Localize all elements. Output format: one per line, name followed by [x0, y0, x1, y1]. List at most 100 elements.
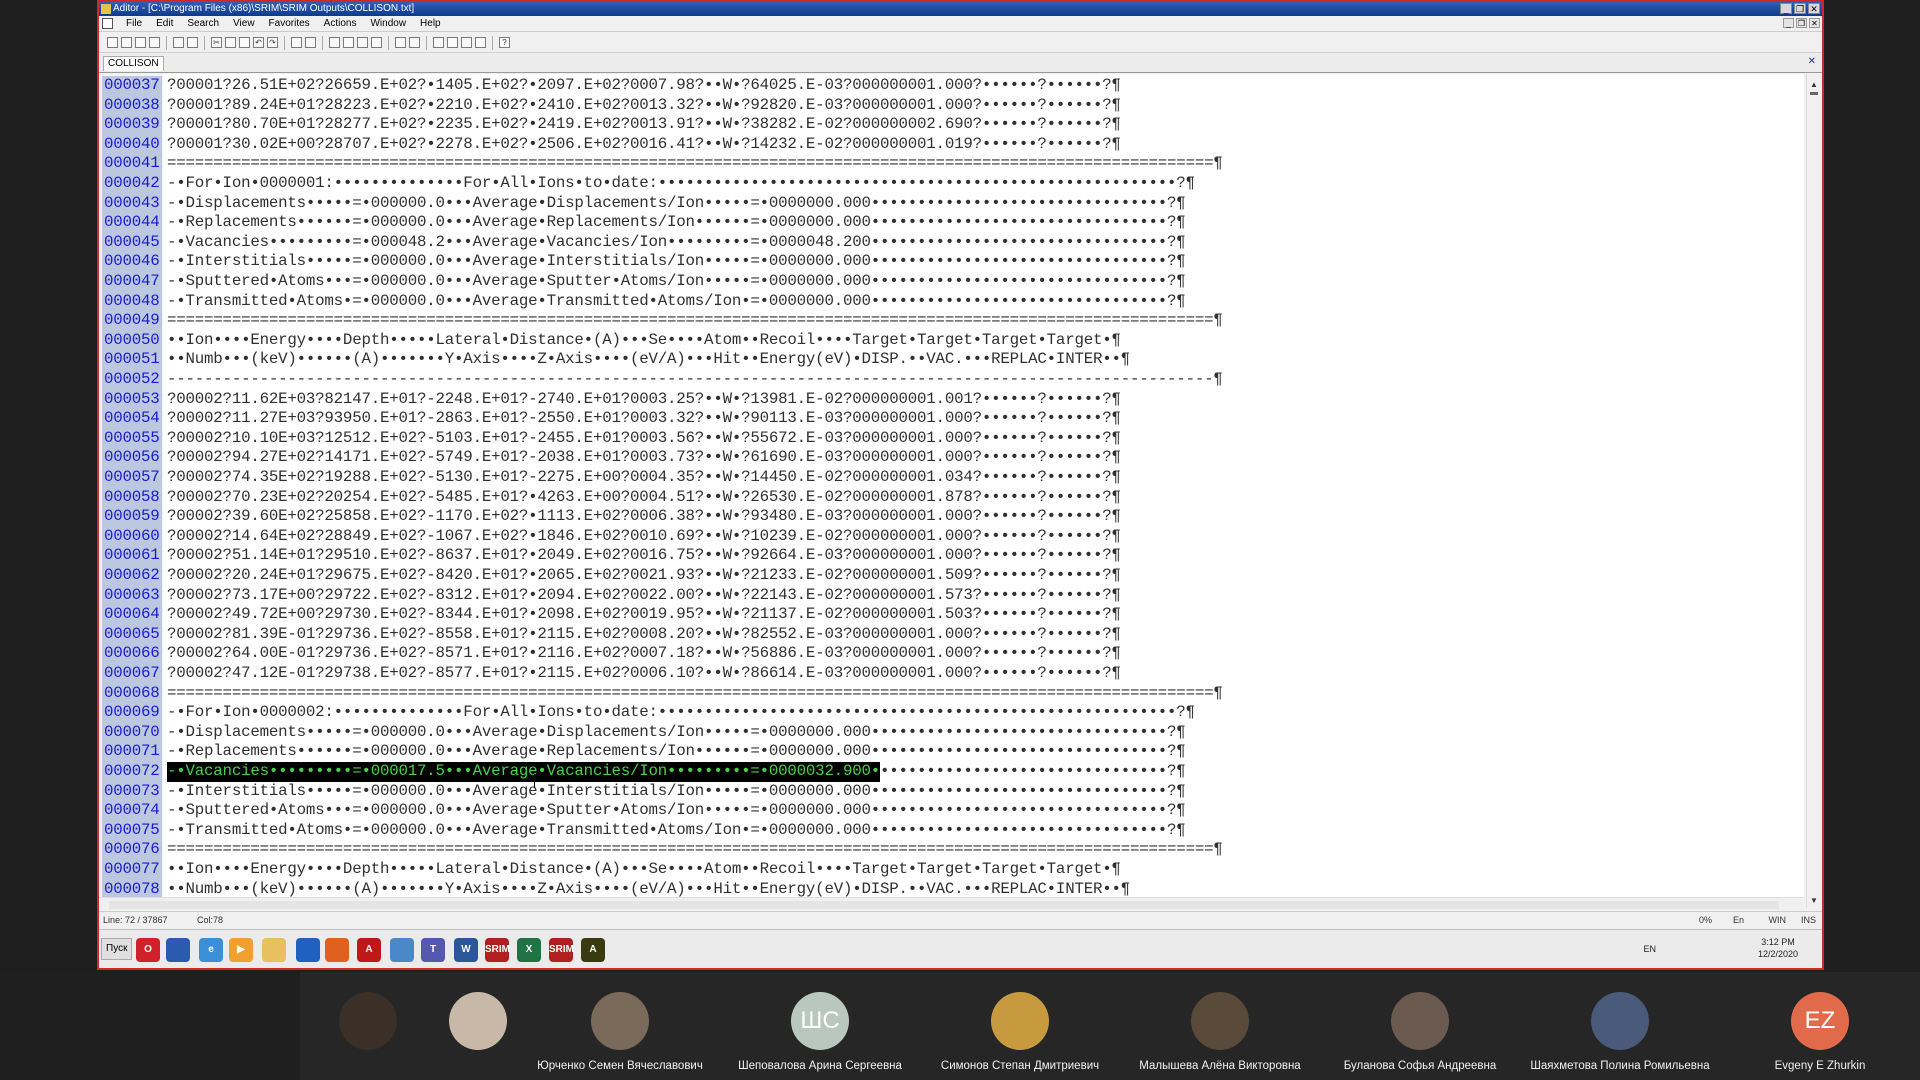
doc-close-button[interactable]: ✕ [1809, 18, 1820, 28]
doc-restore-button[interactable]: ❐ [1796, 18, 1807, 28]
text-editor[interactable]: 000037 ?00001?26.51E+02?26659.E+02?•1405.… [99, 74, 1804, 908]
stop-icon[interactable] [305, 37, 316, 48]
help-icon[interactable]: ? [499, 37, 510, 48]
media-player-icon[interactable]: ▶ [229, 938, 253, 962]
toolbar-separator [322, 35, 323, 50]
vertical-scrollbar[interactable]: ▲ ▼ [1806, 74, 1822, 908]
outdent-icon[interactable] [447, 37, 458, 48]
avatar [591, 992, 649, 1050]
bookmark-icon[interactable] [371, 37, 382, 48]
participant-tile[interactable]: Юрченко Семен Вячеславович [520, 972, 720, 1080]
browser-icon[interactable] [296, 938, 320, 962]
line-number: 000061 [102, 546, 162, 566]
line-text: ?00002?73.17E+00?29722.E+02?-8312.E+01?•… [167, 585, 1121, 604]
tab-collison[interactable]: COLLISON [103, 56, 164, 71]
status-ins: INS [1800, 915, 1816, 925]
line-number: 000040 [102, 134, 162, 155]
uncomment-icon[interactable] [475, 37, 486, 48]
page-icon[interactable] [395, 37, 406, 48]
line-number: 000071 [102, 742, 162, 762]
doc-minimize-button[interactable]: _ [1783, 18, 1794, 28]
scroll-down-icon[interactable]: ▼ [1809, 896, 1819, 906]
menu-window[interactable]: Window [363, 16, 413, 31]
line-text: ?00002?81.39E-01?29736.E+02?-8558.E+01?•… [167, 624, 1121, 643]
teams-icon[interactable]: T [421, 938, 445, 962]
copy-icon[interactable] [225, 37, 236, 48]
minimize-button[interactable]: _ [1780, 3, 1792, 14]
line-text: -•Displacements•••••=•000000.0•••Average… [167, 722, 1186, 741]
close-tab-icon[interactable]: ✕ [1808, 56, 1816, 67]
line-text: ?00002?64.00E-01?29736.E+02?-8571.E+01?•… [167, 644, 1121, 663]
line-number: 000072 [102, 762, 162, 782]
comment-icon[interactable] [461, 37, 472, 48]
line-number: 000051 [102, 350, 162, 370]
start-button[interactable]: Пуск [101, 938, 133, 960]
srim-icon[interactable]: SRIM [549, 938, 574, 962]
participant-tile[interactable]: ШС Шеповалова Арина Сергеевна [720, 972, 920, 1080]
opera-icon[interactable]: O [136, 938, 160, 962]
replace-icon[interactable] [357, 37, 368, 48]
app-icon[interactable] [101, 4, 111, 14]
participant-tile[interactable]: Шаяхметова Полина Ромильевна [1520, 972, 1720, 1080]
remote-icon[interactable] [390, 938, 414, 962]
word-icon[interactable]: W [454, 938, 478, 962]
line-number: 000037 [102, 76, 162, 96]
srim-icon[interactable]: SRIM [485, 938, 510, 962]
tray-language[interactable]: EN [1643, 944, 1656, 954]
folder-icon[interactable] [262, 938, 286, 962]
horizontal-scrollbar[interactable] [99, 897, 1804, 912]
print-icon[interactable] [173, 37, 184, 48]
find-icon[interactable] [329, 37, 340, 48]
indent-icon[interactable] [433, 37, 444, 48]
taskbar: Пуск Oe ▶ A T W SRIM X SRIM A EN 3:12 PM 12/2/20… [99, 929, 1822, 968]
new-file-icon[interactable] [107, 37, 118, 48]
tray-clock[interactable]: 3:12 PM 12/2/2020 [1758, 936, 1798, 960]
redo-icon[interactable]: ↷ [267, 37, 278, 48]
find-next-icon[interactable] [343, 37, 354, 48]
line-text: ?00002?94.27E+02?14171.E+02?-5749.E+01?-… [167, 448, 1121, 467]
excel-icon[interactable]: X [517, 938, 541, 962]
mouse-cursor [534, 774, 535, 788]
hscroll-thumb[interactable] [109, 901, 1779, 909]
menu-view[interactable]: View [226, 16, 262, 31]
participant-tile[interactable] [300, 972, 435, 1080]
save-icon[interactable] [135, 37, 146, 48]
scroll-up-icon[interactable]: ▲ [1809, 80, 1819, 90]
document-icon[interactable] [102, 18, 113, 29]
menu-favorites[interactable]: Favorites [262, 16, 317, 31]
cut-icon[interactable]: ✂ [211, 37, 222, 48]
menu-edit[interactable]: Edit [149, 16, 180, 31]
run-icon[interactable] [291, 37, 302, 48]
save-disk-icon[interactable] [166, 938, 190, 962]
firefox-icon[interactable] [325, 938, 349, 962]
participant-tile[interactable]: Буланова Софья Андреевна [1320, 972, 1520, 1080]
paste-icon[interactable] [239, 37, 250, 48]
line-text-tail: •••••••••••••••••••••••••••••••?¶ [880, 762, 1186, 780]
line-text: -•For•Ion•0000001:••••••••••••••For•All•… [167, 174, 1195, 192]
print-preview-icon[interactable] [187, 37, 198, 48]
participant-tile[interactable] [435, 972, 520, 1080]
save-all-icon[interactable] [149, 37, 160, 48]
line-number: 000064 [102, 605, 162, 625]
participant-tile[interactable]: Малышева Алёна Викторовна [1120, 972, 1320, 1080]
menu-search[interactable]: Search [180, 16, 226, 31]
participant-tile[interactable]: Симонов Степан Дмитриевич [920, 972, 1120, 1080]
scroll-thumb[interactable] [1810, 92, 1818, 95]
line-number: 000055 [102, 428, 162, 449]
close-button[interactable]: ✕ [1808, 3, 1820, 14]
menu-actions[interactable]: Actions [317, 16, 364, 31]
line-text: -•Displacements•••••=•000000.0•••Average… [167, 193, 1186, 212]
menu-help[interactable]: Help [413, 16, 448, 31]
line-text: ?00002?10.10E+03?12512.E+02?-5103.E+01?-… [167, 428, 1121, 447]
undo-icon[interactable]: ↶ [253, 37, 264, 48]
aditor-icon[interactable]: A [581, 938, 605, 962]
grid-icon[interactable] [409, 37, 420, 48]
line-number: 000053 [102, 389, 162, 410]
acrobat-icon[interactable]: A [357, 938, 381, 962]
open-file-icon[interactable] [121, 37, 132, 48]
participant-name: Evgeny E Zhurkin [1774, 1060, 1866, 1072]
menu-file[interactable]: File [119, 16, 149, 31]
maximize-button[interactable]: ❐ [1794, 3, 1806, 14]
participant-tile[interactable]: EZ Evgeny E Zhurkin [1720, 972, 1920, 1080]
ie-icon[interactable]: e [199, 938, 223, 962]
